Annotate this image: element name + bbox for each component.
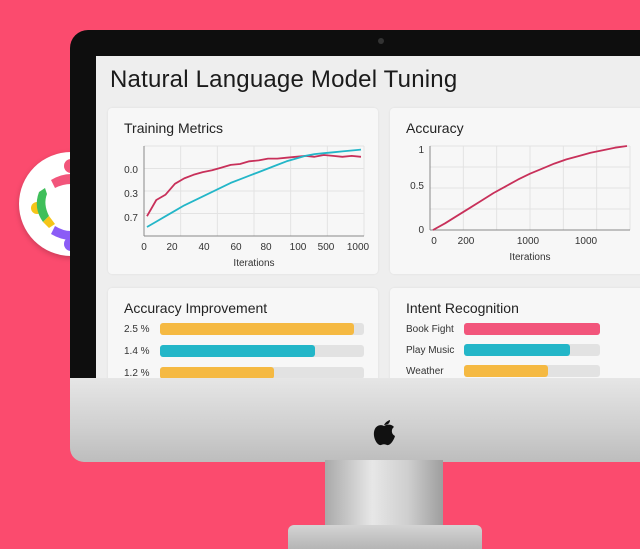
y-tick-label: 0.7 xyxy=(124,213,138,224)
x-tick-label: 100 xyxy=(290,242,307,253)
monitor-chin xyxy=(70,378,640,462)
bar-label: Book Fight xyxy=(406,324,454,335)
accuracy-improvement-title: Accuracy Improvement xyxy=(124,300,268,316)
bar-fill xyxy=(160,323,354,335)
x-tick-label: 60 xyxy=(230,242,242,253)
x-tick-label: 200 xyxy=(458,236,475,247)
monitor-stand-base xyxy=(288,525,482,549)
x-tick-label: 1000 xyxy=(347,242,370,253)
intent-recognition-card: Intent Recognition Book Fight Play Music W… xyxy=(390,288,640,380)
bar-track xyxy=(464,344,600,356)
intent-recognition-title: Intent Recognition xyxy=(406,300,519,316)
x-tick-label: 1000 xyxy=(517,236,540,247)
apple-logo-icon xyxy=(373,420,395,446)
monitor-stand-neck xyxy=(325,460,443,530)
accuracy-improvement-card: Accuracy Improvement 2.5 % 1.4 % 1.2 % xyxy=(108,288,378,380)
training-metrics-chart: 0.0 0.3 0.7 0 20 40 60 80 100 500 1000 Iterations xyxy=(124,145,370,269)
accuracy-card: Accuracy 1 0.5 0 0 200 1000 1000 Iterations xyxy=(390,108,640,274)
y-tick-label: 0.3 xyxy=(124,189,138,200)
training-metrics-card: Training Metrics 0.0 0.3 0.7 0 20 40 60 80 100 50… xyxy=(108,108,378,274)
accuracy-chart: 1 0.5 00 200 1000 1000 Iterations xyxy=(410,145,631,263)
page-title: Natural Language Model Tuning xyxy=(110,66,458,93)
x-tick-label: 0 xyxy=(431,236,437,247)
bar-fill xyxy=(464,344,571,356)
y-tick-label: 0 xyxy=(418,225,424,236)
camera-icon xyxy=(378,38,384,44)
bar-track xyxy=(464,323,600,335)
y-tick-label: 1 xyxy=(418,145,424,156)
bar-track xyxy=(464,365,600,377)
bar-label: 1.4 % xyxy=(124,346,150,357)
x-tick-label: 40 xyxy=(198,242,210,253)
x-tick-label: 80 xyxy=(260,242,272,253)
bar-label: Play Music xyxy=(406,345,455,356)
bar-fill xyxy=(160,345,316,357)
bar-fill xyxy=(464,323,600,335)
bar-track xyxy=(160,345,364,357)
x-axis-label: Iterations xyxy=(509,252,550,263)
bar-track xyxy=(160,323,364,335)
bar-label: 2.5 % xyxy=(124,324,150,335)
bar-fill xyxy=(464,365,549,377)
bar-label: Weather xyxy=(406,366,444,377)
x-tick-label: 20 xyxy=(166,242,178,253)
x-tick-label: 500 xyxy=(318,242,335,253)
dashboard-screen: Natural Language Model Tuning Training M… xyxy=(96,56,640,380)
y-tick-label: 0.0 xyxy=(124,165,138,176)
x-tick-label: 1000 xyxy=(575,236,598,247)
x-axis-label: Iterations xyxy=(233,258,274,269)
y-tick-label: 0.5 xyxy=(410,181,424,192)
x-tick-label: 0 xyxy=(141,242,147,253)
